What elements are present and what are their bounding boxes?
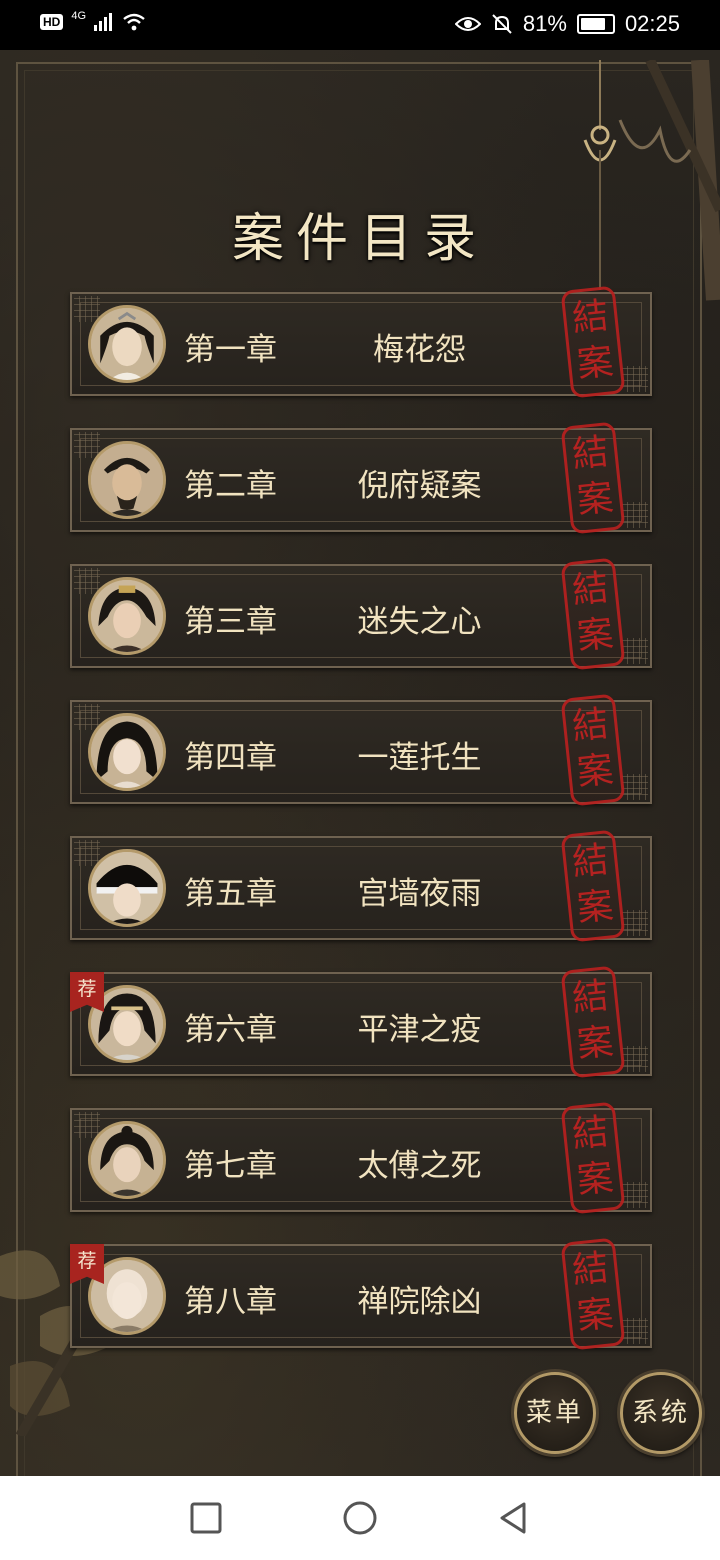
menu-button[interactable]: 菜单 — [514, 1372, 596, 1454]
game-screen: 案件目录 第一章 梅花怨 結案 第二章 倪府疑案 結案 第三章 迷失之心 結案 — [0, 50, 720, 1476]
chapter-number: 第七章 — [184, 1148, 277, 1184]
chapter-item-1[interactable]: 第一章 梅花怨 結案 — [70, 285, 652, 399]
navigation-bar — [0, 1476, 720, 1560]
chapter-item-6[interactable]: 荐 第六章 平津之疫 結案 — [70, 965, 652, 1079]
character-avatar — [88, 1121, 166, 1199]
eye-icon — [454, 17, 481, 31]
chapter-item-3[interactable]: 第三章 迷失之心 結案 — [70, 557, 652, 671]
chapter-number: 第三章 — [184, 604, 277, 640]
character-avatar — [88, 713, 166, 791]
case-closed-stamp: 結案 — [560, 965, 626, 1079]
chapter-number: 第五章 — [184, 876, 277, 912]
lattice-corner — [622, 366, 648, 392]
lattice-corner — [622, 638, 648, 664]
back-icon[interactable] — [496, 1500, 532, 1536]
character-avatar — [88, 577, 166, 655]
chapter-title: 倪府疑案 — [357, 468, 482, 504]
case-closed-stamp: 結案 — [560, 285, 626, 399]
character-avatar — [88, 441, 166, 519]
wifi-icon — [123, 13, 145, 31]
lattice-corner — [622, 910, 648, 936]
chapter-number: 第六章 — [184, 1012, 277, 1048]
chapter-title: 迷失之心 — [357, 604, 482, 640]
case-closed-stamp: 結案 — [560, 693, 626, 807]
case-closed-stamp: 結案 — [560, 1237, 626, 1351]
chapter-number: 第二章 — [184, 468, 277, 504]
signal-icon — [94, 13, 113, 31]
lattice-corner — [622, 1046, 648, 1072]
chapter-title: 梅花怨 — [373, 332, 466, 368]
lattice-corner — [622, 502, 648, 528]
home-icon[interactable] — [342, 1500, 378, 1536]
chapter-number: 第八章 — [184, 1284, 277, 1320]
character-avatar — [88, 305, 166, 383]
chapter-item-8[interactable]: 荐 第八章 禅院除凶 結案 — [70, 1237, 652, 1351]
chapter-item-4[interactable]: 第四章 一莲托生 結案 — [70, 693, 652, 807]
battery-percent: 81% — [522, 11, 567, 36]
status-bar: HD 4G 81% 02:25 — [0, 0, 720, 50]
lattice-corner — [622, 774, 648, 800]
case-closed-stamp: 結案 — [560, 557, 626, 671]
chapter-item-5[interactable]: 第五章 宫墙夜雨 結案 — [70, 829, 652, 943]
chapter-title: 太傅之死 — [357, 1148, 482, 1184]
recommended-badge: 荐 — [70, 972, 104, 1012]
lattice-corner — [622, 1318, 648, 1344]
chapter-title: 一莲托生 — [357, 740, 482, 776]
hanging-ornament-decoration — [583, 60, 720, 301]
chapter-item-7[interactable]: 第七章 太傅之死 結案 — [70, 1101, 652, 1215]
clock: 02:25 — [624, 11, 680, 36]
system-button[interactable]: 系统 — [620, 1372, 702, 1454]
chapter-number: 第四章 — [184, 740, 277, 776]
lattice-corner — [622, 1182, 648, 1208]
case-closed-stamp: 結案 — [560, 1101, 626, 1215]
chapter-title: 宫墙夜雨 — [357, 876, 482, 912]
network-type: 4G — [71, 10, 87, 22]
battery-icon — [576, 14, 615, 34]
chapter-number: 第一章 — [184, 332, 277, 368]
chapter-item-2[interactable]: 第二章 倪府疑案 結案 — [70, 421, 652, 535]
mute-bell-icon — [492, 14, 512, 34]
recent-apps-icon[interactable] — [188, 1500, 224, 1536]
chapter-title: 平津之疫 — [357, 1012, 482, 1048]
case-closed-stamp: 結案 — [560, 829, 626, 943]
chapter-title: 禅院除凶 — [357, 1284, 482, 1320]
hd-indicator: HD — [40, 14, 64, 30]
recommended-badge: 荐 — [70, 1244, 104, 1284]
case-closed-stamp: 結案 — [560, 421, 626, 535]
character-avatar — [88, 849, 166, 927]
page-title: 案件目录 — [231, 209, 488, 269]
